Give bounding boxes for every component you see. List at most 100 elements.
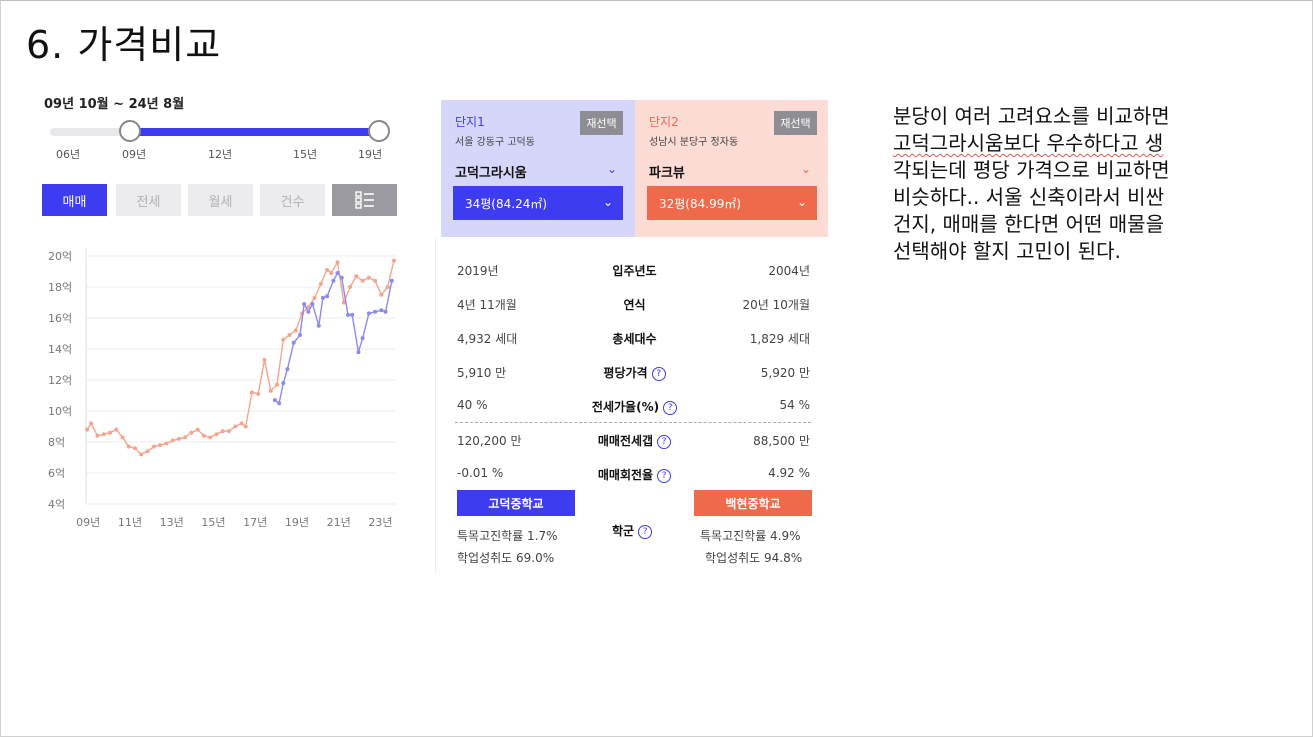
complex2-value: 88,500 만 [753,434,810,448]
complex2-label: 단지2 [649,115,679,129]
slider-tick: 19년 [358,148,383,161]
data-point [214,432,219,437]
data-point [220,429,225,434]
data-point [158,443,163,448]
data-point [373,278,378,283]
data-point [189,430,194,435]
data-point [293,328,298,333]
help-icon[interactable]: ? [651,367,666,381]
data-point [383,309,388,314]
data-point [139,452,144,457]
data-point [133,446,138,451]
data-point [151,444,156,449]
data-point [285,367,290,372]
complex2-value: 5,920 만 [760,366,810,380]
x-tick-label: 09년 [76,516,100,528]
complex2-school-button[interactable]: 백현중학교 [694,490,812,516]
tab-jeonse[interactable]: 전세 [116,184,181,216]
y-tick-label: 12억 [48,374,72,387]
chevron-down-icon: ⌄ [602,195,613,209]
complex2-value: 20년 10개월 [742,298,810,312]
complex2-school-stat: 학업성취도 94.8% [705,551,803,565]
data-point [89,421,94,426]
row-divider [455,422,811,423]
complex2-value: 54 % [779,398,811,412]
data-point [310,302,315,307]
help-icon[interactable]: ? [657,435,672,449]
data-point [281,381,286,386]
comparison-row: 4,932 세대 총세대수 1,829 세대 [441,330,828,350]
chevron-down-icon[interactable]: ⌄ [801,162,811,176]
slider-tick: 15년 [293,148,318,161]
row-label: 전세가율(%) [591,400,660,414]
help-icon[interactable]: ? [657,469,672,483]
slider-start-handle[interactable] [119,120,141,142]
complex1-address: 서울 강동구 고덕동 [455,137,535,148]
slider-end-handle[interactable] [368,120,390,142]
data-point [389,278,394,283]
data-point [145,449,150,454]
data-point [360,278,365,283]
complex2-size-select[interactable]: 32평(84.99㎡) ⌄ [647,186,817,220]
data-point [316,323,321,328]
complex2-value: 1,829 세대 [749,332,810,346]
data-point [325,294,330,299]
notes-line: 건지, 매매를 한다면 어떤 매물을 [893,212,1164,236]
data-point [373,309,378,314]
y-tick-label: 18억 [48,281,72,294]
complex1-reselect-button[interactable]: 재선택 [580,111,623,135]
data-point [350,312,355,317]
y-tick-label: 16억 [48,312,72,325]
x-tick-label: 19년 [285,516,309,528]
comparison-row: 2019년 입주년도 2004년 [441,262,828,282]
x-tick-label: 23년 [368,516,392,528]
data-point [318,281,323,286]
data-point [249,390,254,395]
chevron-down-icon[interactable]: ⌄ [607,162,617,176]
data-point [287,333,292,338]
period-slider[interactable] [50,120,390,142]
data-point [195,427,200,432]
notes-line: 분당이 여러 고려요소를 비교하면 [893,104,1170,128]
data-point [170,438,175,443]
price-chart-svg: 20억 18억 16억 14억 12억 10억 8억 6억 4억 09년 11년 13년 15년 17년 1… [48,248,396,529]
tab-monthly-rent[interactable]: 월세 [188,184,253,216]
x-tick-label: 13년 [160,516,184,528]
data-point [379,308,384,313]
data-point [243,424,248,429]
comparison-row: 40 % 전세가율(%)? 54 % [441,398,828,418]
list-view-button[interactable] [332,184,397,216]
y-tick-label: 10억 [48,405,72,418]
data-point [114,427,119,432]
complex2-name[interactable]: 파크뷰 [649,162,685,181]
data-point [85,427,90,432]
data-point [345,312,350,317]
complex2-reselect-button[interactable]: 재선택 [774,111,817,135]
complex1-school-stat: 학업성취도 69.0% [457,551,555,565]
data-point [385,285,390,289]
complex1-school-button[interactable]: 고덕중학교 [457,490,575,516]
data-point [320,295,325,300]
slider-ticks: 06년 09년 12년 15년 19년 [44,146,389,162]
notes-line: 선택해야 할지 고민이 된다. [893,239,1121,263]
slider-tick: 06년 [56,148,81,161]
series-line [274,271,393,405]
list-icon [354,191,374,209]
complex2-size-value: 32평(84.99㎡) [659,196,742,211]
data-point [339,275,344,280]
y-tick-label: 20억 [48,250,72,263]
row-label: 매매회전율 [597,468,654,482]
tab-sale[interactable]: 매매 [42,184,107,216]
slider-tick: 09년 [122,148,147,161]
data-point [360,336,365,341]
complex2-value: 4.92 % [768,466,810,480]
help-icon[interactable]: ? [638,525,653,539]
complex1-name[interactable]: 고덕그라시움 [455,162,527,181]
help-icon[interactable]: ? [663,401,678,415]
complex1-header: 단지1 서울 강동구 고덕동 재선택 고덕그라시움 ⌄ 34평(84.24㎡) … [441,100,635,237]
tab-count[interactable]: 건수 [260,184,325,216]
complex2-value: 2004년 [768,264,810,278]
complex1-size-value: 34평(84.24㎡) [465,196,548,211]
data-point [331,278,336,283]
complex1-size-select[interactable]: 34평(84.24㎡) ⌄ [453,186,623,220]
